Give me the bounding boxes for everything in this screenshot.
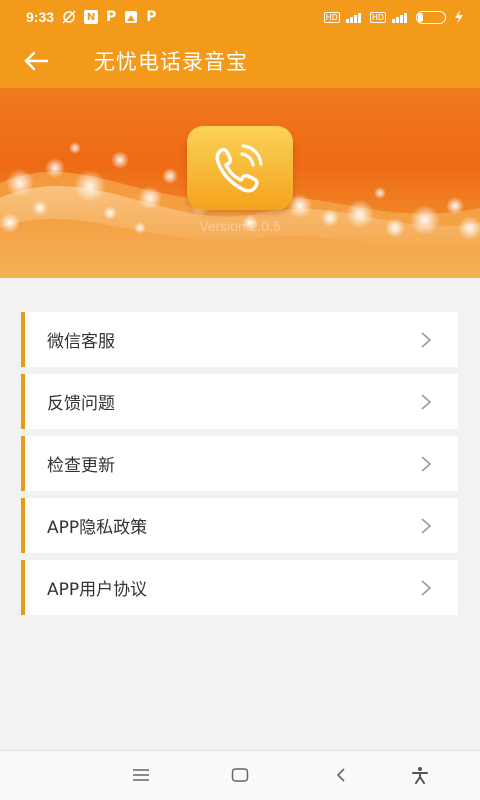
version-label: Version:2.0.5 [199, 218, 281, 234]
menu-item-feedback[interactable]: 反馈问题 [21, 374, 458, 429]
menu-item-user-agreement[interactable]: APP用户协议 [21, 560, 458, 615]
chevron-right-icon [421, 579, 432, 596]
status-right: HD HD 19 [323, 10, 466, 24]
alarm-off-icon [62, 10, 76, 24]
settings-menu: 微信客服 反馈问题 检查更新 APP隐私政策 APP用户协议 [21, 312, 458, 622]
phone-ringing-icon [215, 144, 263, 193]
chevron-right-icon [421, 455, 432, 472]
menu-item-label: APP用户协议 [47, 580, 148, 600]
menu-item-label: 反馈问题 [47, 394, 115, 414]
status-bar: 9:33 N P P HD HD 19 [0, 0, 480, 34]
page-title: 无忧电话录音宝 [94, 50, 248, 74]
menu-item-label: 检查更新 [47, 456, 115, 476]
battery-icon: 19 [416, 10, 446, 24]
signal-icon [345, 11, 364, 23]
accessibility-icon [412, 767, 428, 784]
back-chevron-icon [336, 768, 345, 782]
battery-fill [418, 12, 424, 22]
accessibility-button[interactable] [408, 763, 432, 787]
p-app-icon-2: P [146, 9, 157, 25]
system-nav-bar [0, 750, 480, 800]
menu-item-label: APP隐私政策 [47, 518, 148, 538]
back-button[interactable] [8, 34, 64, 88]
home-square-icon [231, 768, 249, 782]
p-app-icon: P [106, 9, 117, 25]
n-app-icon: N [84, 10, 99, 24]
battery-level: 19 [424, 12, 438, 22]
menu-item-privacy-policy[interactable]: APP隐私政策 [21, 498, 458, 553]
arrow-left-icon [24, 51, 49, 71]
header-banner: Version:2.0.5 [0, 88, 480, 278]
chevron-right-icon [421, 331, 432, 348]
menu-icon [133, 769, 149, 781]
app-logo [187, 126, 293, 210]
menu-item-check-update[interactable]: 检查更新 [21, 436, 458, 491]
app-toolbar: 无忧电话录音宝 [0, 34, 480, 88]
status-time: 9:33 [26, 9, 55, 25]
image-app-icon [124, 10, 138, 24]
recent-apps-button[interactable] [129, 763, 153, 787]
chevron-right-icon [421, 517, 432, 534]
back-nav-button[interactable] [329, 763, 353, 787]
home-button[interactable] [228, 763, 252, 787]
charging-bolt-icon [452, 10, 466, 24]
chevron-right-icon [421, 393, 432, 410]
signal-icon-2 [392, 11, 410, 23]
menu-item-label: 微信客服 [47, 332, 115, 352]
hd-badge: HD [323, 11, 340, 23]
menu-item-wechat-service[interactable]: 微信客服 [21, 312, 458, 367]
hd-badge-2: HD [369, 11, 386, 23]
status-left: 9:33 N P P [26, 9, 157, 25]
